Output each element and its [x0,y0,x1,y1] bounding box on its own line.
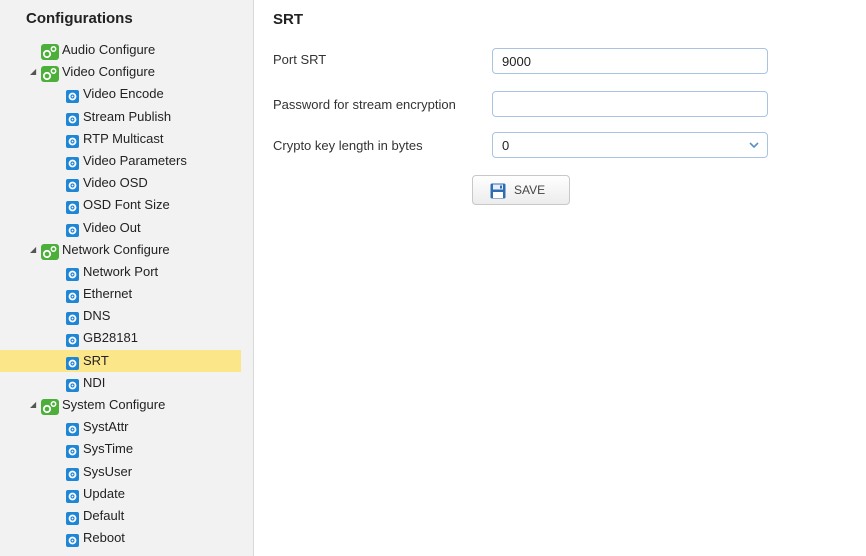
expand-toggle-icon[interactable]: ◢ [30,239,40,261]
sidebar: Configurations Audio Configure ◢ Video Con… [0,0,254,556]
tree-item-label: Audio Configure [62,42,156,57]
tree-item-systattr[interactable]: SystAttr [0,416,254,438]
tree-item-label: Video Parameters [83,152,187,168]
tree-item-video-configure[interactable]: ◢ Video Configure [0,61,254,83]
crypto-key-length-select[interactable]: 0 [492,132,768,158]
password-label: Password for stream encryption [273,97,456,112]
tree-item-label: Stream Publish [83,108,172,124]
tree-item-video-encode[interactable]: Video Encode [0,83,254,105]
tree-item-reboot[interactable]: Reboot [0,527,254,549]
tree-item-label: OSD Font Size [83,197,170,213]
floppy-disk-icon [490,183,506,202]
crypto-key-length-value: 0 [502,138,510,153]
tree-item-system-configure[interactable]: ◢ System Configure [0,394,254,416]
tree-item-label: Default [83,507,125,523]
password-input[interactable] [492,91,768,117]
tree-item-label: SysTime [83,441,134,457]
sidebar-title: Configurations [26,10,133,27]
tree-item-label: Video Configure [62,64,155,80]
expand-toggle-icon[interactable]: ◢ [30,61,40,83]
tree-item-network-configure[interactable]: ◢ Network Configure [0,239,254,261]
tree-item-systime[interactable]: SysTime [0,438,254,460]
tree-item-label: Video OSD [83,175,148,191]
tree-item-network-port[interactable]: Network Port [0,261,254,283]
tree-item-rtp-multicast[interactable]: RTP Multicast [0,128,254,150]
tree-item-label: SRT [83,352,109,368]
config-tree: Audio Configure ◢ Video Configure Video Enc… [0,39,254,549]
tree-item-label: GB28181 [83,330,138,346]
tree-item-label: Network Port [83,263,159,279]
tree-item-ethernet[interactable]: Ethernet [0,283,254,305]
tree-item-srt[interactable]: SRT [0,349,241,372]
tree-item-label: Network Configure [62,241,170,257]
port-srt-input[interactable] [492,48,768,74]
tree-item-label: SystAttr [83,419,129,435]
tree-item-default[interactable]: Default [0,505,254,527]
tree-item-label: Update [83,485,125,501]
page-title: SRT [273,11,303,28]
tree-item-label: Video Out [83,219,141,235]
main-panel: SRT Port SRT Password for stream encrypt… [254,0,866,556]
tree-item-stream-publish[interactable]: Stream Publish [0,106,254,128]
tree-item-sysuser[interactable]: SysUser [0,461,254,483]
tree-item-video-out[interactable]: Video Out [0,217,254,239]
tree-item-video-osd[interactable]: Video OSD [0,172,254,194]
tree-item-gb28181[interactable]: GB28181 [0,327,254,349]
tree-item-audio-configure[interactable]: Audio Configure [0,39,254,61]
crypto-key-length-label: Crypto key length in bytes [273,138,423,153]
port-srt-label: Port SRT [273,52,327,67]
tree-item-update[interactable]: Update [0,483,254,505]
tree-item-label: DNS [83,308,111,324]
tree-item-label: NDI [83,374,106,390]
tree-item-label: Ethernet [83,286,133,302]
tree-item-osd-font-size[interactable]: OSD Font Size [0,194,254,216]
expand-toggle-icon[interactable]: ◢ [30,394,40,416]
tree-item-label: Reboot [83,530,125,546]
tree-item-ndi[interactable]: NDI [0,372,254,394]
tree-item-video-parameters[interactable]: Video Parameters [0,150,254,172]
tree-item-dns[interactable]: DNS [0,305,254,327]
tree-item-label: System Configure [62,397,166,412]
save-button[interactable]: SAVE [472,175,570,205]
tree-item-label: Video Encode [83,86,164,102]
tree-item-label: SysUser [83,463,133,479]
tree-item-label: RTP Multicast [83,130,164,146]
save-button-label: SAVE [514,183,546,197]
settings-item-icon [66,532,79,554]
chevron-down-icon [748,139,760,154]
